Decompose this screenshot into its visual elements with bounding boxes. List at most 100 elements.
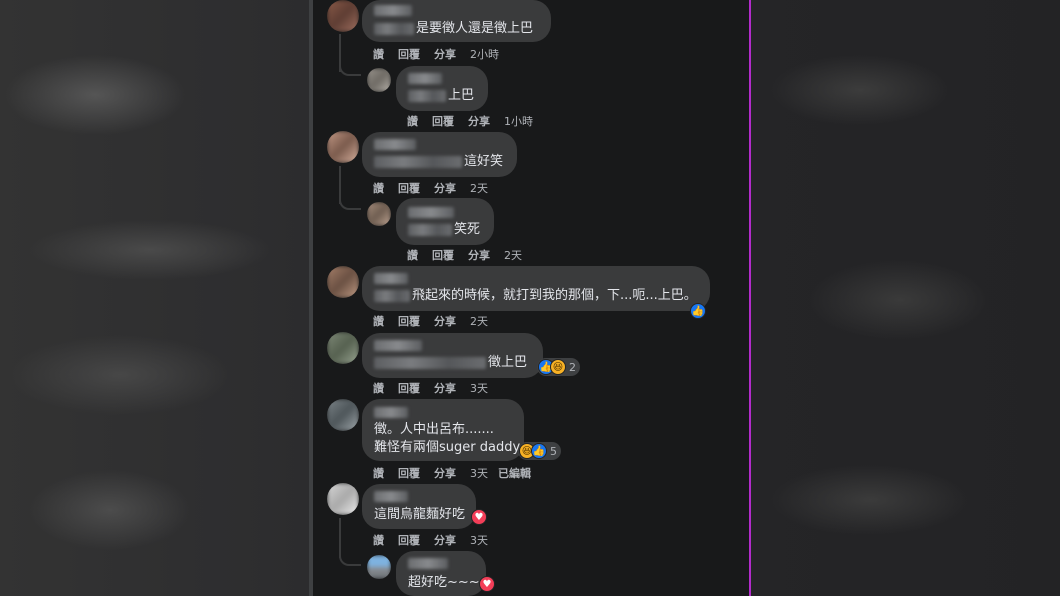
comment-text: 難怪有兩個suger daddy (374, 440, 521, 455)
reply-button[interactable]: 回覆 (398, 532, 420, 548)
timestamp[interactable]: 2天 (504, 247, 522, 263)
timestamp[interactable]: 2小時 (470, 46, 499, 62)
comment-text: 笑死 (454, 222, 481, 237)
blurred-name (408, 73, 442, 84)
comment-actions: 讚回覆 分享 2天 (373, 313, 498, 329)
feed-border (309, 0, 313, 596)
like-button[interactable]: 讚 (373, 313, 384, 329)
blurred-text (374, 289, 410, 302)
reaction-summary[interactable]: 😆 👍 5 (518, 442, 561, 460)
like-button[interactable]: 讚 (407, 247, 418, 263)
like-button[interactable]: 讚 (373, 46, 384, 62)
comment-actions: 讚回覆 分享 3天 已編輯 (373, 465, 545, 481)
timestamp[interactable]: 3天 (470, 532, 488, 548)
comment-actions: 讚回覆 分享 3天 (373, 380, 498, 396)
share-button[interactable]: 分享 (468, 247, 490, 263)
blurred-text (374, 356, 486, 369)
avatar[interactable] (327, 399, 359, 431)
reaction-count: 5 (550, 444, 557, 458)
share-button[interactable]: 分享 (434, 46, 456, 62)
comment-text: 是要徵人還是徵上巴 (416, 21, 534, 36)
timestamp[interactable]: 2天 (470, 180, 488, 196)
reply-button[interactable]: 回覆 (432, 247, 454, 263)
share-button[interactable]: 分享 (434, 380, 456, 396)
comment-bubble: 這好笑 (362, 132, 517, 177)
like-reaction-icon: 👍 (531, 443, 547, 459)
like-reaction-icon: 👍 (690, 303, 706, 319)
reply-button[interactable]: 回覆 (432, 113, 454, 129)
comment-bubble: 笑死 (396, 198, 494, 245)
comment-feed: 是要徵人還是徵上巴 讚回覆 分享 2小時 上巴 讚回覆 分享 1小時 這好笑 讚回覆 分享… (309, 0, 750, 596)
share-button[interactable]: 分享 (434, 180, 456, 196)
like-button[interactable]: 讚 (373, 532, 384, 548)
reply-button[interactable]: 回覆 (398, 313, 420, 329)
comment-bubble: 徵。人中出呂布....... 難怪有兩個suger daddy (362, 399, 524, 461)
comment-bubble: 是要徵人還是徵上巴 (362, 0, 551, 42)
like-button[interactable]: 讚 (373, 380, 384, 396)
comment-actions: 讚回覆 分享 2天 (407, 247, 532, 263)
blurred-name (374, 407, 408, 418)
comment-bubble: 上巴 (396, 66, 488, 111)
like-button[interactable]: 讚 (373, 180, 384, 196)
comment-text: 飛起來的時候，就打到我的那個，下...呃...上巴。 (412, 288, 697, 303)
comment-text: 這間烏龍麵好吃 (374, 507, 466, 522)
comment-bubble: 這間烏龍麵好吃 (362, 484, 476, 529)
avatar[interactable] (367, 202, 391, 226)
blurred-text (374, 22, 414, 35)
comment-bubble: 徵上巴 (362, 333, 543, 378)
reaction-summary[interactable]: ♥ (471, 509, 487, 525)
reply-button[interactable]: 回覆 (398, 380, 420, 396)
reaction-summary[interactable]: 👍 😆 2 (537, 358, 580, 376)
share-button[interactable]: 分享 (468, 113, 490, 129)
comment-text: 徵。人中出呂布....... (374, 422, 494, 437)
thread-connector (339, 62, 361, 76)
guide-line (749, 0, 751, 596)
share-button[interactable]: 分享 (434, 532, 456, 548)
comment-actions: 讚回覆 分享 3天 (373, 532, 498, 548)
comment-actions: 讚回覆 分享 1小時 (407, 113, 543, 129)
share-button[interactable]: 分享 (434, 313, 456, 329)
avatar[interactable] (327, 0, 359, 32)
comment-text: 這好笑 (464, 154, 504, 169)
avatar[interactable] (327, 266, 359, 298)
reaction-count: 2 (569, 360, 576, 374)
thread-connector (339, 196, 361, 210)
blurred-name (408, 207, 454, 218)
comment-bubble: 超好吃~~~ (396, 551, 486, 596)
timestamp[interactable]: 3天 (470, 380, 488, 396)
timestamp[interactable]: 2天 (470, 313, 488, 329)
edited-label[interactable]: 已編輯 (498, 465, 531, 481)
love-reaction-icon: ♥ (471, 509, 487, 525)
like-button[interactable]: 讚 (373, 465, 384, 481)
reply-button[interactable]: 回覆 (398, 465, 420, 481)
love-reaction-icon: ♥ (479, 576, 495, 592)
avatar[interactable] (367, 555, 391, 579)
avatar[interactable] (327, 131, 359, 163)
thread-connector (339, 552, 361, 566)
avatar[interactable] (367, 68, 391, 92)
blurred-text (408, 223, 452, 236)
share-button[interactable]: 分享 (434, 465, 456, 481)
haha-reaction-icon: 😆 (550, 359, 566, 375)
comment-actions: 讚回覆 分享 2小時 (373, 46, 509, 62)
comment-actions: 讚回覆 分享 2天 (373, 180, 498, 196)
comment-bubble: 飛起來的時候，就打到我的那個，下...呃...上巴。 (362, 266, 710, 311)
reply-button[interactable]: 回覆 (398, 46, 420, 62)
comment-text: 徵上巴 (488, 355, 528, 370)
reaction-summary[interactable]: 👍 (690, 303, 706, 319)
blurred-text (408, 89, 446, 102)
like-button[interactable]: 讚 (407, 113, 418, 129)
reply-button[interactable]: 回覆 (398, 180, 420, 196)
timestamp[interactable]: 1小時 (504, 113, 533, 129)
comment-text: 上巴 (448, 88, 475, 103)
blurred-name (374, 139, 416, 150)
blurred-name (374, 491, 408, 502)
reaction-summary[interactable]: ♥ (479, 576, 495, 592)
blurred-name (408, 558, 448, 569)
blurred-text (374, 155, 462, 168)
comment-text: 超好吃~~~ (408, 575, 480, 590)
timestamp[interactable]: 3天 (470, 465, 488, 481)
blurred-name (374, 5, 412, 16)
avatar[interactable] (327, 332, 359, 364)
avatar[interactable] (327, 483, 359, 515)
